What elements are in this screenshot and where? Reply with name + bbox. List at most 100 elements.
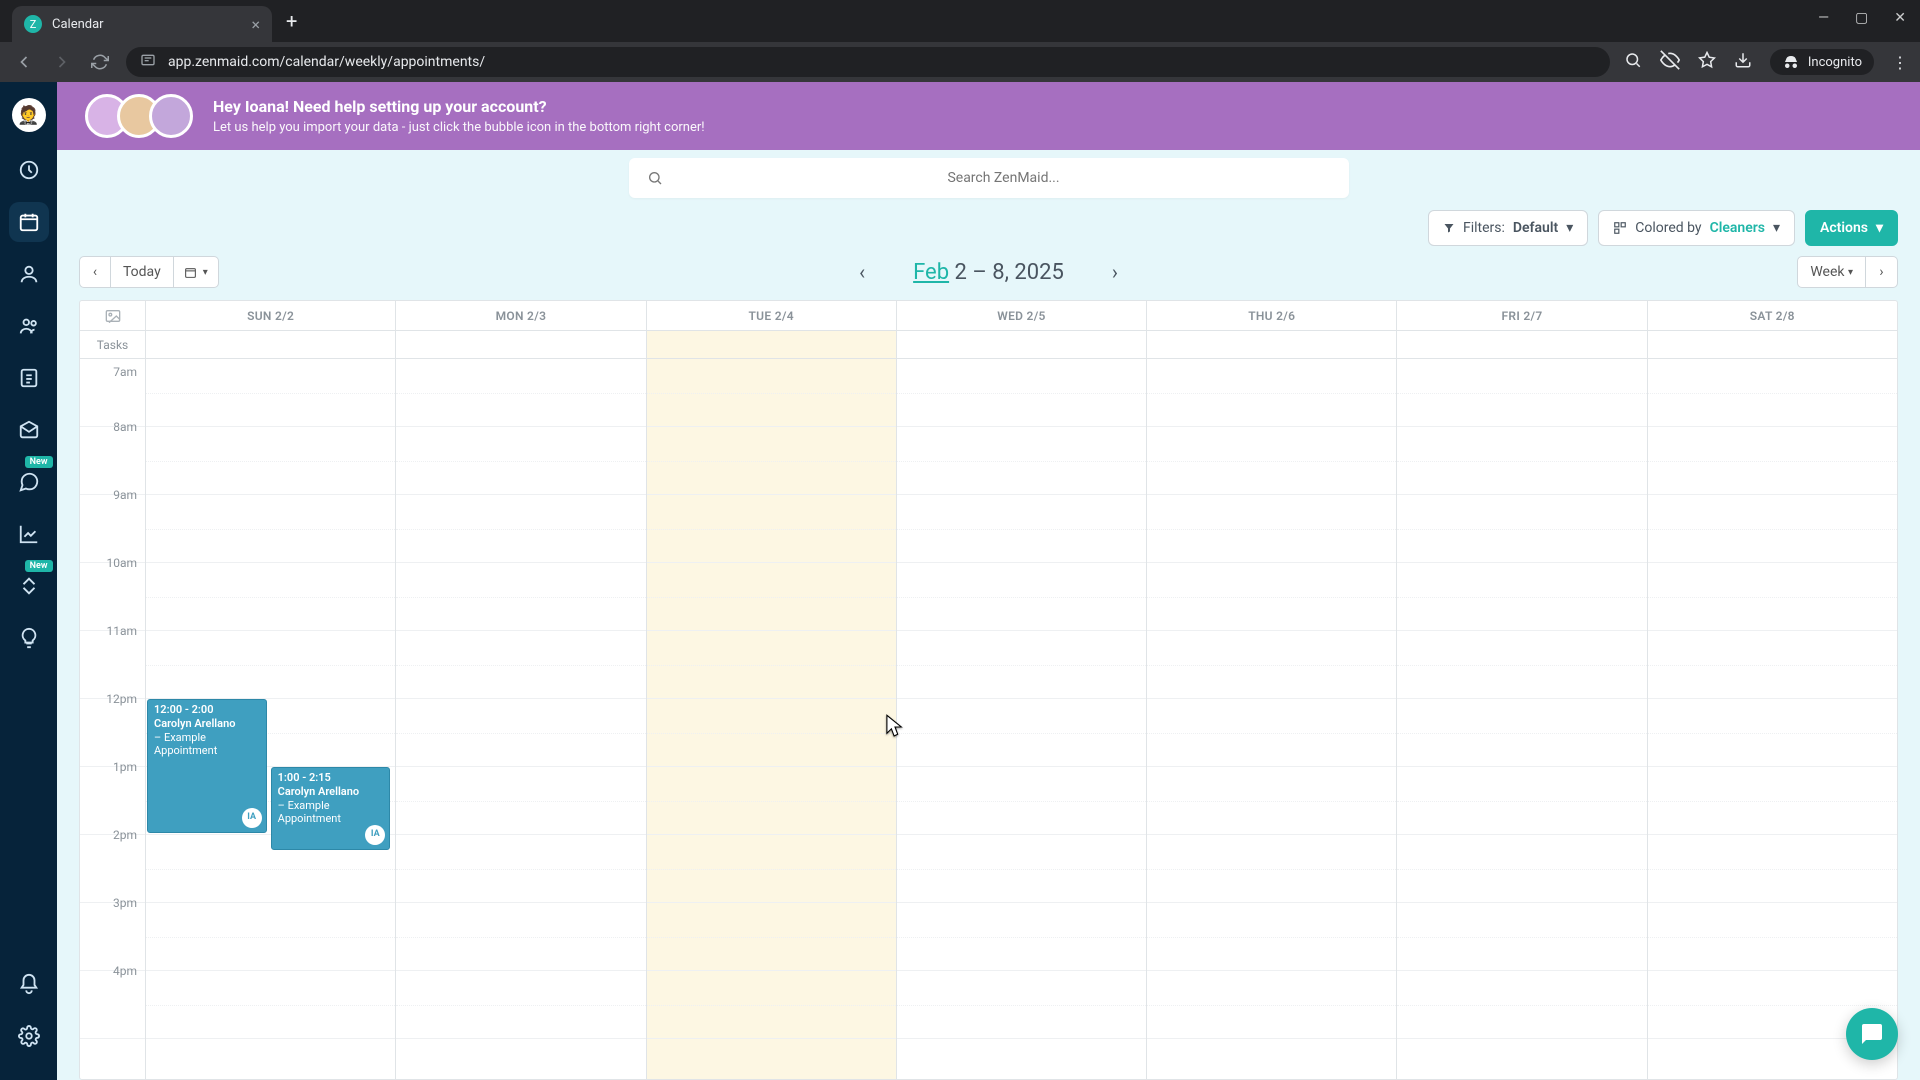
window-controls: ― ▢ ✕ xyxy=(1818,10,1906,26)
search-box[interactable] xyxy=(629,158,1349,198)
sidebar-tasks[interactable] xyxy=(9,358,49,398)
hour-label: 2pm xyxy=(80,835,145,903)
tasks-label: Tasks xyxy=(80,331,146,358)
onboarding-banner: Hey Ioana! Need help setting up your acc… xyxy=(57,82,1920,150)
incognito-indicator[interactable]: Incognito xyxy=(1770,49,1874,75)
bookmark-icon[interactable] xyxy=(1698,51,1716,73)
appointment-event[interactable]: 12:00 - 2:00Carolyn Arellano– Example Ap… xyxy=(147,699,267,833)
actions-button[interactable]: Actions ▾ xyxy=(1805,210,1898,246)
search-input[interactable] xyxy=(677,170,1331,186)
task-cell[interactable] xyxy=(647,331,897,358)
day-column[interactable] xyxy=(897,359,1147,1079)
site-info-icon[interactable] xyxy=(140,52,156,72)
minimize-icon[interactable]: ― xyxy=(1818,10,1829,26)
sidebar-team[interactable] xyxy=(9,306,49,346)
chevron-down-icon: ▾ xyxy=(1773,220,1780,236)
filters-value: Default xyxy=(1513,220,1558,236)
new-tab-button[interactable]: + xyxy=(272,9,311,33)
filter-icon xyxy=(1443,222,1455,234)
filters-button[interactable]: Filters: Default ▾ xyxy=(1428,210,1588,246)
chat-icon xyxy=(1860,1022,1884,1046)
address-bar: app.zenmaid.com/calendar/weekly/appointm… xyxy=(0,42,1920,82)
day-header[interactable]: SUN 2/2 xyxy=(146,301,396,330)
forward-icon[interactable] xyxy=(50,50,74,74)
view-label: Week xyxy=(1810,264,1844,280)
day-column[interactable] xyxy=(1397,359,1647,1079)
hour-label: 10am xyxy=(80,563,145,631)
url-field[interactable]: app.zenmaid.com/calendar/weekly/appointm… xyxy=(126,47,1610,77)
range-label: 2 – 8, 2025 xyxy=(955,260,1064,285)
day-column[interactable] xyxy=(1147,359,1397,1079)
app-logo[interactable]: 🤵 xyxy=(12,98,46,132)
chat-bubble-button[interactable] xyxy=(1846,1008,1898,1060)
day-header[interactable]: THU 2/6 xyxy=(1147,301,1397,330)
close-window-icon[interactable]: ✕ xyxy=(1894,10,1906,26)
prev-period-button[interactable]: ‹ xyxy=(853,254,871,290)
day-header[interactable]: FRI 2/7 xyxy=(1397,301,1647,330)
reload-icon[interactable] xyxy=(88,50,112,74)
day-header[interactable]: MON 2/3 xyxy=(396,301,646,330)
maximize-icon[interactable]: ▢ xyxy=(1855,10,1868,26)
sidebar-customers[interactable] xyxy=(9,254,49,294)
sidebar-ideas[interactable] xyxy=(9,618,49,658)
task-cell[interactable] xyxy=(146,331,396,358)
date-range-title: Feb 2 – 8, 2025 xyxy=(913,260,1064,285)
task-cell[interactable] xyxy=(897,331,1147,358)
date-picker-button[interactable]: ▾ xyxy=(174,256,219,288)
day-column[interactable]: 12:00 - 2:00Carolyn Arellano– Example Ap… xyxy=(146,359,396,1079)
calendar: SUN 2/2 MON 2/3 TUE 2/4 WED 2/5 THU 2/6 … xyxy=(79,300,1898,1080)
prev-week-button[interactable]: ‹ xyxy=(79,256,111,288)
download-icon[interactable] xyxy=(1734,51,1752,73)
hour-label: 12pm xyxy=(80,699,145,767)
day-column[interactable] xyxy=(647,359,897,1079)
next-period-button[interactable]: › xyxy=(1106,254,1124,290)
next-week-button[interactable]: › xyxy=(1866,256,1898,288)
back-icon[interactable] xyxy=(12,50,36,74)
app-sidebar: 🤵 New New xyxy=(0,82,57,1080)
hour-label: 9am xyxy=(80,495,145,563)
sidebar-settings[interactable] xyxy=(9,1016,49,1056)
banner-avatars xyxy=(85,94,193,138)
browser-tab-strip: Z Calendar × + xyxy=(0,0,1920,42)
today-button[interactable]: Today xyxy=(111,256,174,288)
day-column[interactable] xyxy=(396,359,646,1079)
banner-subtitle: Let us help you import your data - just … xyxy=(213,120,705,135)
task-cell[interactable] xyxy=(1397,331,1647,358)
banner-title: Hey Ioana! Need help setting up your acc… xyxy=(213,97,705,116)
day-header[interactable]: TUE 2/4 xyxy=(647,301,897,330)
chevron-down-icon: ▾ xyxy=(203,267,208,278)
sidebar-payments[interactable]: New xyxy=(9,566,49,606)
calendar-grid[interactable]: 7am8am9am10am11am12pm1pm2pm3pm4pm 12:00 … xyxy=(80,359,1897,1079)
search-icon xyxy=(647,170,663,186)
chevron-down-icon: ▾ xyxy=(1566,220,1573,236)
browser-tab[interactable]: Z Calendar × xyxy=(12,6,272,42)
browser-menu-icon[interactable]: ⋮ xyxy=(1892,53,1908,72)
actions-label: Actions xyxy=(1820,220,1868,236)
day-column[interactable] xyxy=(1648,359,1897,1079)
sidebar-reports[interactable] xyxy=(9,514,49,554)
hour-label: 8am xyxy=(80,427,145,495)
search-icon[interactable] xyxy=(1624,51,1642,73)
close-tab-icon[interactable]: × xyxy=(251,15,260,34)
appointment-event[interactable]: 1:00 - 2:15Carolyn Arellano– Example App… xyxy=(271,767,391,850)
sidebar-notifications[interactable] xyxy=(9,964,49,1004)
task-cell[interactable] xyxy=(396,331,646,358)
task-cell[interactable] xyxy=(1648,331,1897,358)
view-selector[interactable]: Week ▾ xyxy=(1797,256,1866,288)
sidebar-chat[interactable]: New xyxy=(9,462,49,502)
month-label[interactable]: Feb xyxy=(913,260,949,285)
hour-label: 4pm xyxy=(80,971,145,1039)
chevron-down-icon: ▾ xyxy=(1876,220,1883,236)
eye-off-icon[interactable] xyxy=(1660,50,1680,74)
day-header[interactable]: SAT 2/8 xyxy=(1648,301,1897,330)
sidebar-dashboard[interactable] xyxy=(9,150,49,190)
task-cell[interactable] xyxy=(1147,331,1397,358)
hour-label: 7am xyxy=(80,359,145,427)
url-text: app.zenmaid.com/calendar/weekly/appointm… xyxy=(168,54,485,70)
sidebar-inbox[interactable] xyxy=(9,410,49,450)
palette-icon xyxy=(1613,221,1627,235)
day-header[interactable]: WED 2/5 xyxy=(897,301,1147,330)
hour-label: 1pm xyxy=(80,767,145,835)
colored-by-button[interactable]: Colored by Cleaners ▾ xyxy=(1598,210,1795,246)
sidebar-calendar[interactable] xyxy=(9,202,49,242)
